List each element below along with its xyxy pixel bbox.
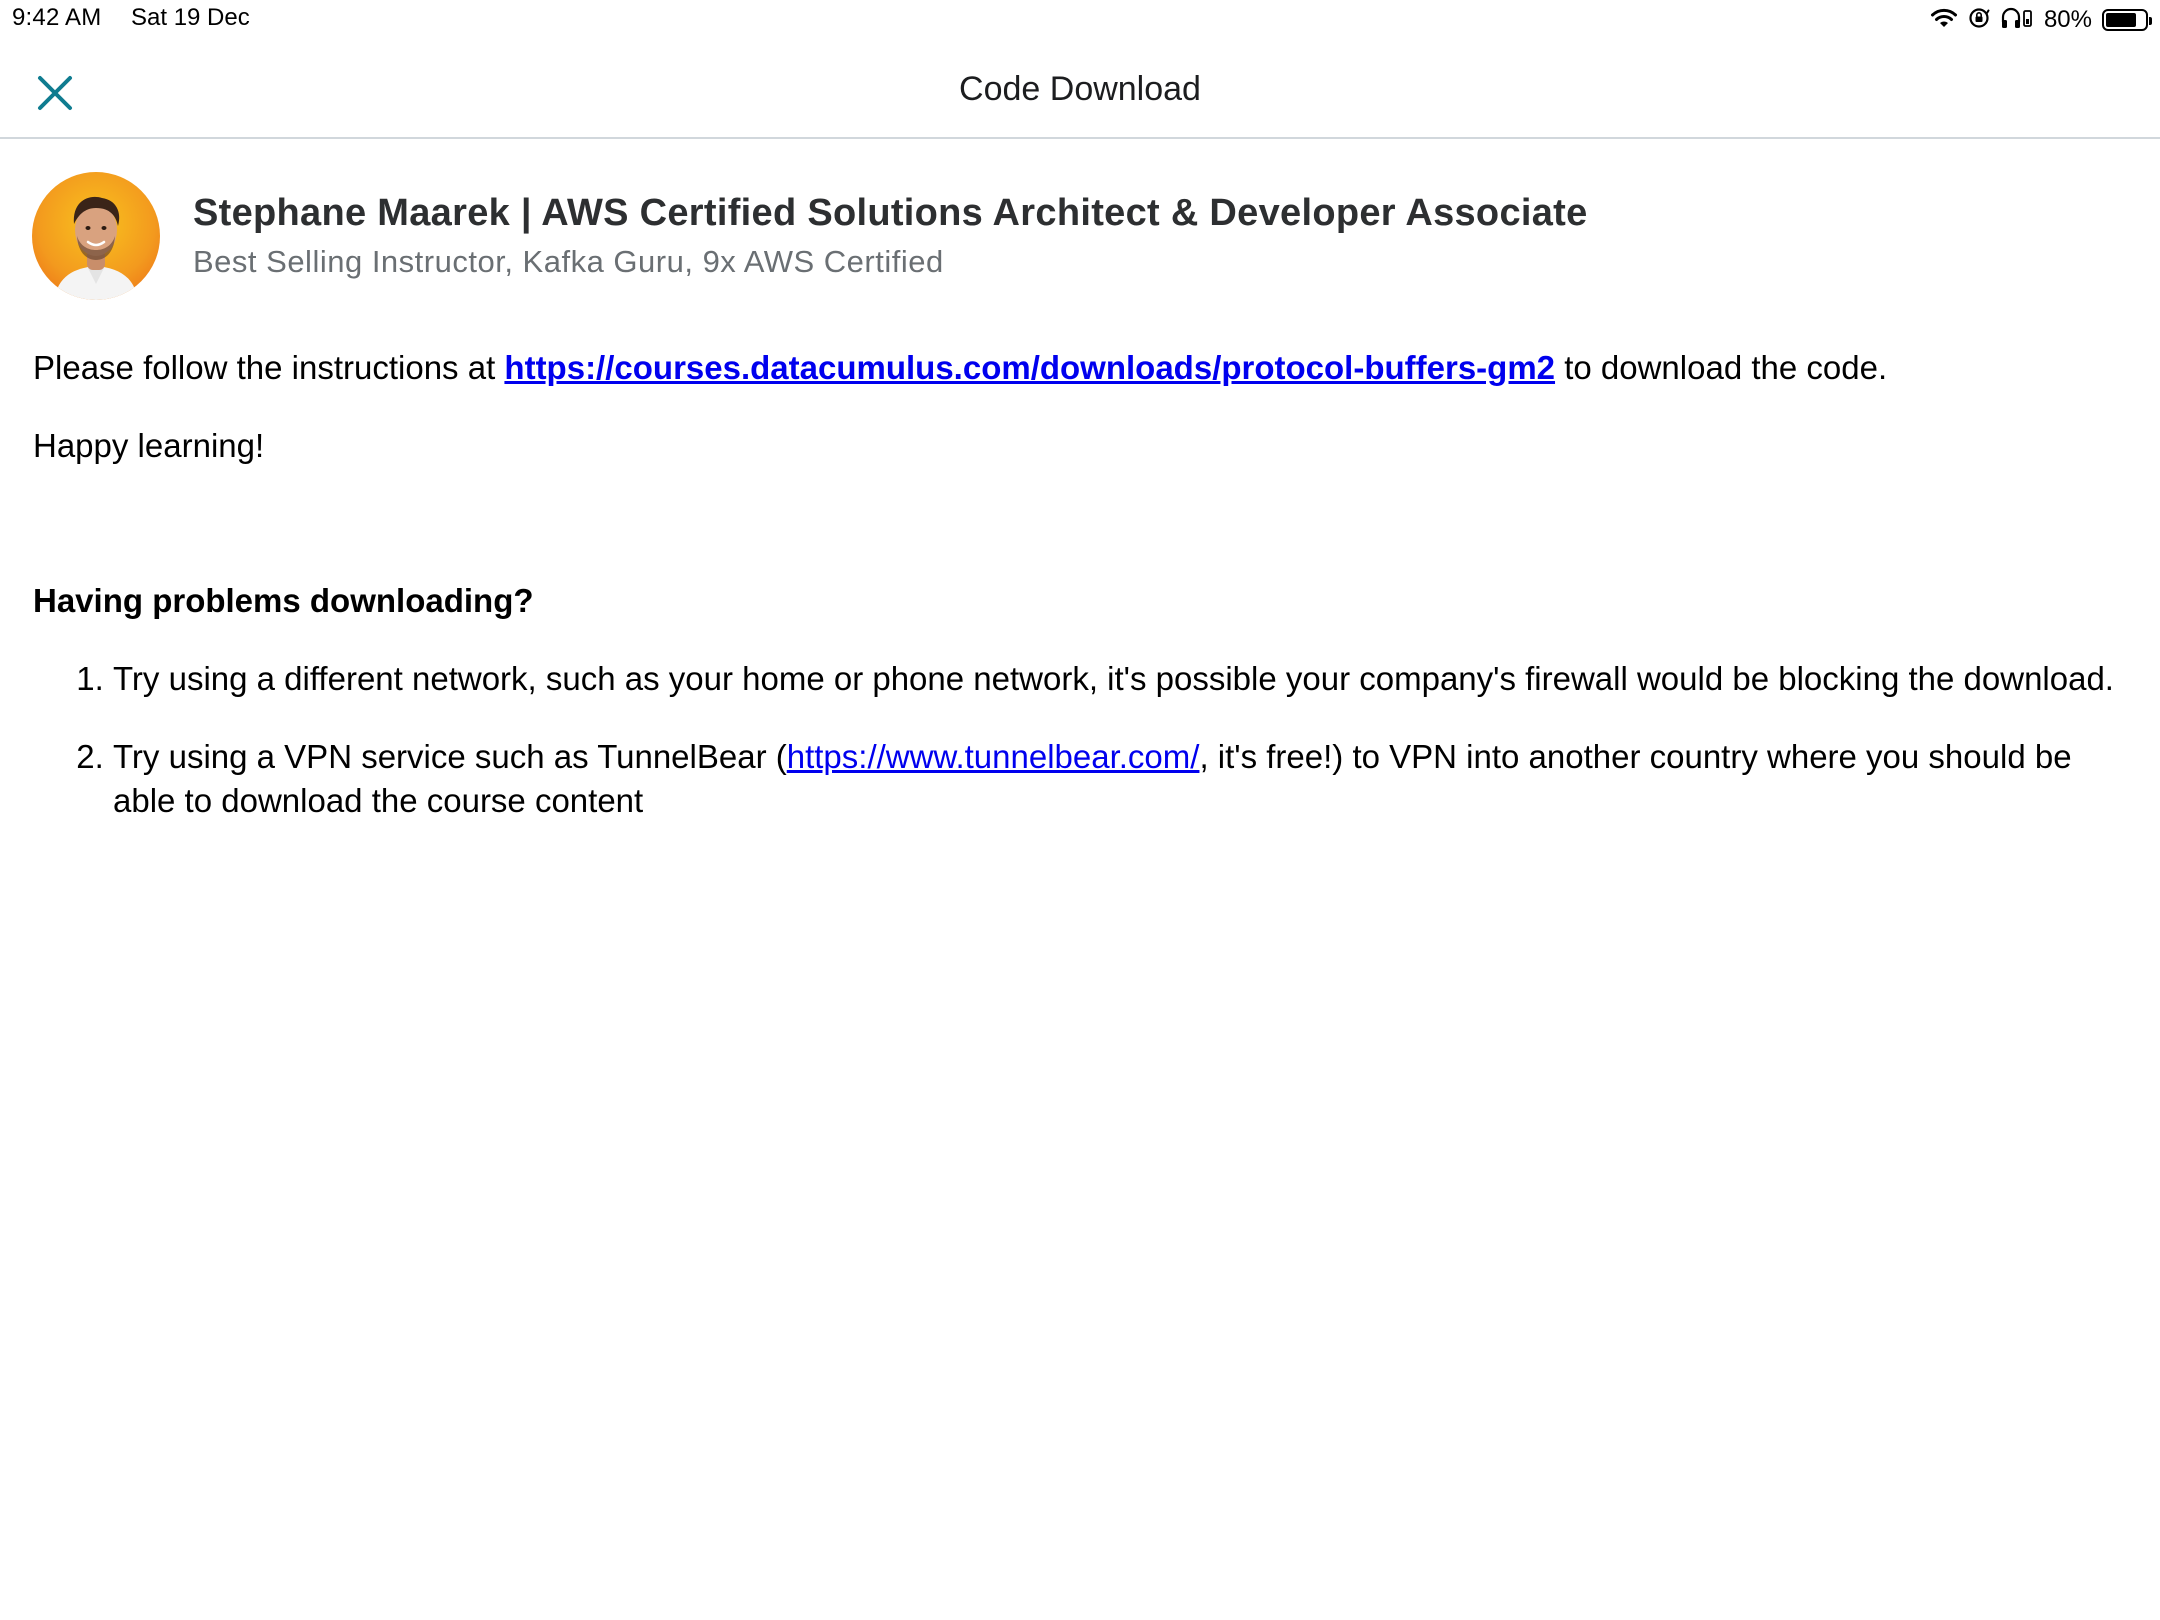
announcement-body: Please follow the instructions at https:… xyxy=(33,346,2133,823)
instructor-text: Stephane Maarek | AWS Certified Solution… xyxy=(193,189,1588,284)
help-list: Try using a different network, such as y… xyxy=(33,657,2133,823)
instructor-title: Best Selling Instructor, Kafka Guru, 9x … xyxy=(193,243,944,279)
battery-cap xyxy=(2149,17,2152,25)
problems-heading: Having problems downloading? xyxy=(33,582,534,619)
status-bar: 9:42 AM Sat 19 Dec 80% xyxy=(0,0,2160,40)
intro-paragraph: Please follow the instructions at https:… xyxy=(33,346,2133,390)
instructor-card: Stephane Maarek | AWS Certified Solution… xyxy=(32,172,1588,300)
status-date: Sat 19 Dec xyxy=(131,4,250,31)
intro-prefix: Please follow the instructions at xyxy=(33,349,505,386)
list-item: Try using a VPN service such as TunnelBe… xyxy=(113,735,2133,823)
tip-prefix: Try using a VPN service such as TunnelBe… xyxy=(113,738,787,775)
download-link[interactable]: https://courses.datacumulus.com/download… xyxy=(504,349,1555,386)
list-item: Try using a different network, such as y… xyxy=(113,657,2133,701)
status-time: 9:42 AM xyxy=(12,4,102,31)
battery-icon xyxy=(2102,9,2152,31)
headphones-icon xyxy=(2000,7,2034,34)
tip-text: Try using a different network, such as y… xyxy=(113,660,2114,697)
instructor-name: Stephane Maarek | AWS Certified Solution… xyxy=(193,191,1588,234)
avatar xyxy=(32,172,160,300)
page-title: Code Download xyxy=(959,70,1201,108)
battery-fill xyxy=(2106,13,2137,27)
nav-header: Code Download xyxy=(0,40,2160,139)
battery-percent: 80% xyxy=(2043,6,2092,33)
intro-suffix: to download the code. xyxy=(1555,349,1888,386)
orientation-lock-icon xyxy=(1968,7,1990,34)
happy-learning: Happy learning! xyxy=(33,427,265,464)
tunnelbear-link[interactable]: https://www.tunnelbear.com/ xyxy=(787,738,1200,775)
wifi-icon xyxy=(1930,7,1958,34)
status-right: 80% xyxy=(1930,4,2152,36)
